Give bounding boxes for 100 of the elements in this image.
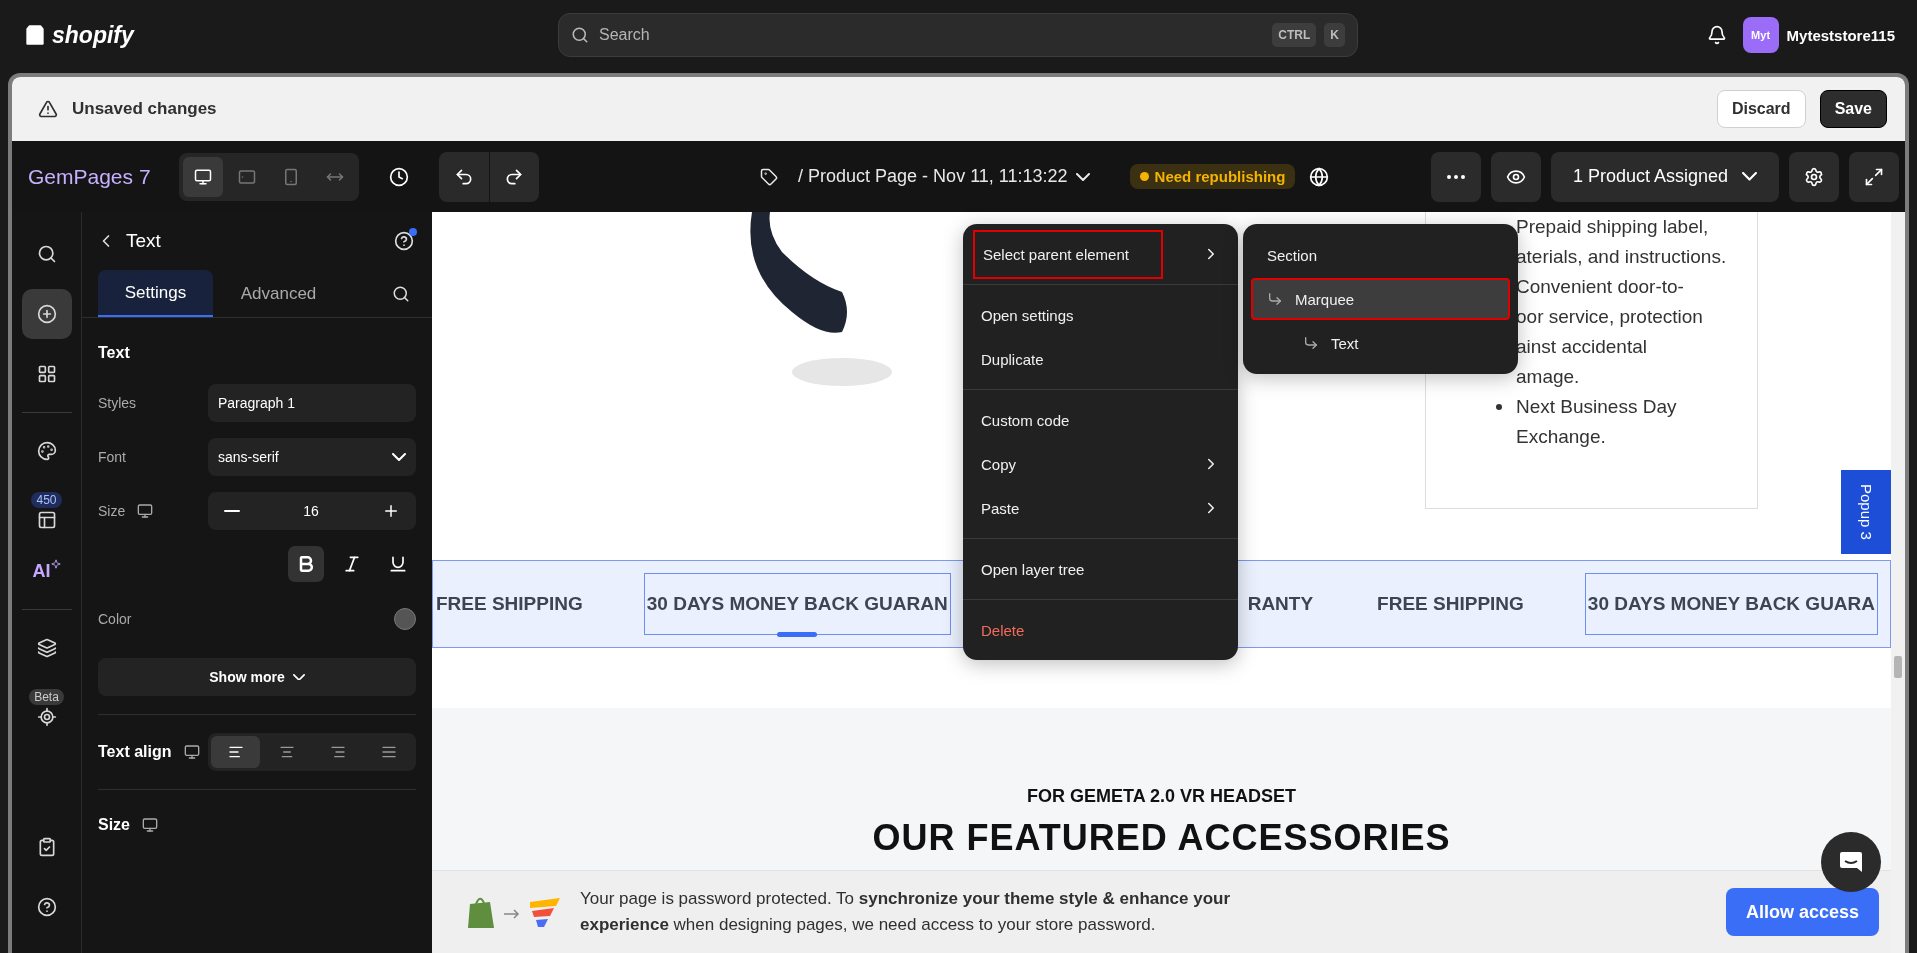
layout-icon [36,510,57,530]
count-badge: 450 [31,492,62,508]
field-label: Size [98,503,126,519]
assigned-dropdown[interactable]: 1 Product Assigned [1550,151,1779,202]
tag-icon [760,167,779,186]
monitor-icon [142,817,158,833]
clock-icon [388,166,409,187]
page-title-dropdown[interactable]: / Product Page - Nov 11, 11:13:22 [792,165,1096,188]
banner-message: Your page is password protected. To synchronize your theme style & enhance your experience when designing pages, we need access to your store password. [580,888,1232,936]
align-justify-icon [380,744,397,760]
save-button[interactable]: Save [1819,90,1887,128]
menu-item[interactable]: Paste [971,486,1230,530]
panel-title: Text [126,230,162,252]
search-icon [392,284,410,303]
keyboard-key: K [1324,23,1345,47]
show-more-button[interactable]: Show more [98,658,416,696]
menu-item[interactable]: Delete [971,608,1230,652]
undo-icon [453,166,474,187]
color-swatch[interactable] [394,608,416,630]
settings-button[interactable] [1789,151,1839,202]
target-icon [36,707,57,727]
sparkle-icon [50,559,61,569]
submenu-item[interactable]: Marquee [1251,278,1510,320]
unsaved-message: Unsaved changes [72,99,217,119]
align-center-icon [278,744,295,760]
allow-access-button[interactable]: Allow access [1725,888,1879,936]
align-button[interactable] [211,736,260,768]
palette-icon [36,441,57,461]
section-title: Text [98,344,131,362]
search-icon [571,26,589,44]
submenu-item[interactable]: Text [1251,322,1510,364]
selection-handle[interactable] [777,632,818,637]
fullscreen-button[interactable] [1849,151,1899,202]
layout-button[interactable]: 450 [21,486,72,536]
marquee-text[interactable]: FREE SHIPPING [1374,573,1527,635]
tab[interactable]: Advanced [221,270,336,317]
help-icon[interactable] [394,231,414,251]
section-heading: OUR FEATURED ACCESSORIES [872,817,1451,859]
tab[interactable]: Settings [98,270,213,317]
add-icon [36,304,57,324]
scrollbar-thumb[interactable] [1894,656,1902,678]
avatar[interactable]: Myt [1742,17,1779,53]
menu-item[interactable]: Custom code [971,398,1230,442]
logo-text: shopify [52,21,134,49]
chevron-down-icon [292,673,305,681]
align-left-icon [227,744,244,760]
discard-button[interactable]: Discard [1716,90,1806,128]
return-arrow-icon [1303,335,1319,351]
add-button[interactable] [21,289,72,339]
feature-line: aterials, and instructions. [1516,245,1727,269]
count-badge: Beta [29,689,64,705]
marquee-text[interactable]: RANTY [1244,573,1317,635]
globe-icon[interactable] [1309,166,1330,187]
help-icon [36,897,57,917]
size-stepper[interactable]: 16 [208,492,416,530]
menu-item[interactable]: Copy [971,442,1230,486]
popup-tab[interactable]: Popup 3 [1841,470,1891,554]
marquee-text[interactable]: 30 DAYS MONEY BACK GUARAN [643,573,951,635]
submenu-item[interactable]: Section [1251,234,1510,276]
ai-button[interactable]: AI [21,546,72,596]
plus-icon [382,502,400,520]
redo-icon [504,166,525,187]
chat-icon [1838,849,1864,875]
brand-name: GemPages 7 [28,164,151,189]
chevron-down-icon [1075,172,1090,181]
section-eyebrow: FOR GEMETA 2.0 VR HEADSET [1026,786,1296,807]
italic-icon [342,554,362,574]
section-title: Text align [98,743,172,761]
menu-item[interactable]: Open layer tree [971,547,1230,591]
chevron-down-icon [1742,172,1757,181]
align-right-icon [329,744,346,760]
device-button[interactable] [182,156,223,197]
keyboard-key: CTRL [1272,23,1317,47]
menu-item[interactable]: Duplicate [971,337,1230,381]
warning-icon [38,99,58,119]
bell-icon[interactable] [1706,25,1727,45]
preview-button[interactable] [1490,151,1541,202]
field-label: Styles [98,395,138,411]
search-bar[interactable]: Search CTRL K [558,13,1358,57]
target-button[interactable]: Beta [21,683,72,733]
bold-button[interactable] [288,546,324,582]
menu-item[interactable]: Open settings [971,293,1230,337]
feature-line: ainst accidental [1516,335,1648,359]
size-value: 16 [303,503,319,519]
store-name: Myteststore115 [1786,26,1895,44]
grid-icon [36,364,57,384]
search-field[interactable]: Search [597,25,1265,45]
marquee-text[interactable]: FREE SHIPPING [433,573,586,635]
feature-line: Next Business Day [1516,395,1677,419]
field-label: Color [98,611,133,627]
styles-field[interactable]: Paragraph 1 [208,384,416,422]
section-title: Size [98,816,130,834]
settings-icon [1804,166,1824,187]
marquee-text[interactable]: 30 DAYS MONEY BACK GUARA [1584,573,1879,635]
search-icon [36,244,57,264]
feature-line: Convenient door-to- [1516,275,1685,299]
font-select[interactable]: sans-serif [208,438,416,476]
more-icon [1446,174,1465,179]
expand-icon [1864,166,1884,187]
layers-icon [36,638,57,658]
